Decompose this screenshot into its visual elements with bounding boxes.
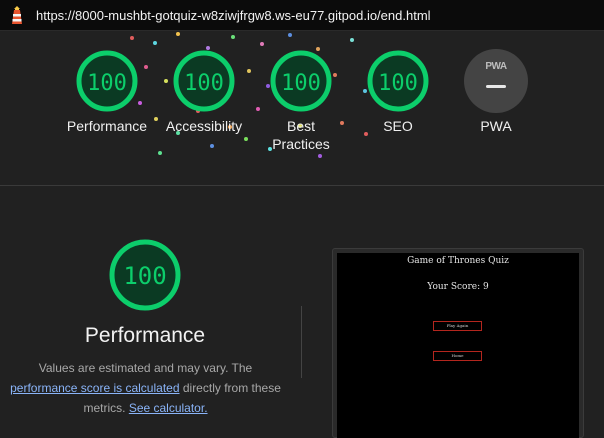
performance-score: 100 xyxy=(123,262,166,290)
gauge-label: Best Practices xyxy=(246,117,356,153)
gauge-label: Performance xyxy=(66,118,148,134)
gauge-label: Accessibility xyxy=(165,118,243,134)
see-calculator-link[interactable]: See calculator. xyxy=(129,401,208,415)
lighthouse-icon xyxy=(12,6,22,24)
quiz-title: Game of Thrones Quiz xyxy=(407,256,509,266)
category-summary: 100 Performance 100 Accessibility 100 Be… xyxy=(0,31,604,186)
score-gauge-icon: 100 xyxy=(270,50,332,112)
pwa-badge-icon: PWA xyxy=(464,49,528,113)
pwa-dash-icon xyxy=(486,85,506,88)
gauge-label: SEO xyxy=(383,118,413,134)
section-divider xyxy=(301,306,302,378)
gauge-performance[interactable]: 100 Performance xyxy=(52,49,162,135)
address-bar: https://8000-mushbt-gotquiz-w8ziwjfrgw8.… xyxy=(0,0,604,31)
description-text: Values are estimated and may vary. The xyxy=(38,361,253,375)
quiz-score: Your Score: 9 xyxy=(427,282,489,292)
final-screenshot[interactable]: Game of Thrones Quiz Your Score: 9 Play … xyxy=(337,253,579,438)
gauge-score: 100 xyxy=(184,71,224,96)
performance-title: Performance xyxy=(84,324,206,347)
gauge-best-practices[interactable]: 100 Best Practices xyxy=(246,49,356,153)
gauge-accessibility[interactable]: 100 Accessibility xyxy=(149,49,259,135)
score-gauge-icon: 100 xyxy=(367,50,429,112)
gauge-label-line: Practices xyxy=(272,136,330,152)
pwa-badge-text: PWA xyxy=(485,61,507,72)
gauge-score: 100 xyxy=(378,71,418,96)
gauge-label-line: Best xyxy=(286,118,315,134)
gauge-pwa[interactable]: PWA PWA xyxy=(441,49,551,135)
gauge-score: 100 xyxy=(281,71,321,96)
home-button: Home xyxy=(433,351,482,361)
performance-description: Values are estimated and may vary. The p… xyxy=(8,358,283,418)
score-gauge-icon: 100 xyxy=(76,50,138,112)
page-url[interactable]: https://8000-mushbt-gotquiz-w8ziwjfrgw8.… xyxy=(36,8,431,23)
play-again-button: Play Again xyxy=(433,321,482,331)
score-calculated-link[interactable]: performance score is calculated xyxy=(10,381,179,395)
performance-gauge-icon: 100 xyxy=(109,239,181,311)
score-gauge-icon: 100 xyxy=(173,50,235,112)
gauge-seo[interactable]: 100 SEO xyxy=(343,49,453,135)
gauge-score: 100 xyxy=(87,71,127,96)
gauge-label: PWA xyxy=(480,118,512,134)
